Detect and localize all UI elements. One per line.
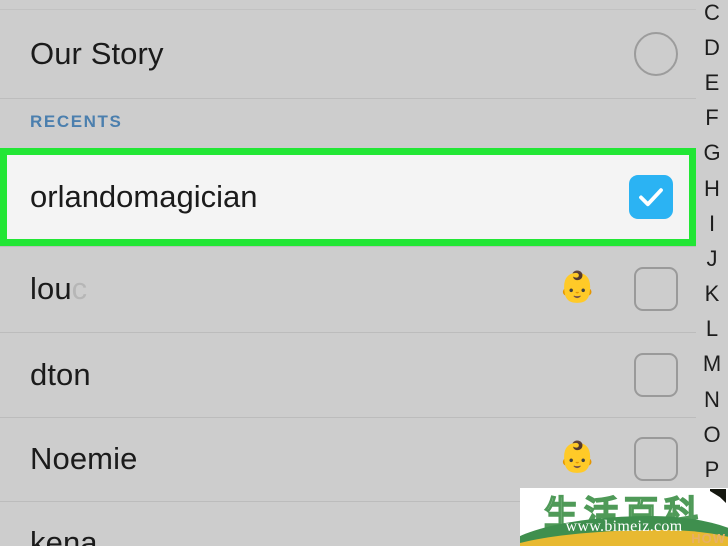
watermark-ghost-text: HOW — [691, 531, 726, 546]
list-item-label: Our Story — [30, 36, 164, 71]
index-letter-g[interactable]: G — [696, 140, 728, 166]
list-item-label: kena — [30, 525, 98, 546]
row-separator — [0, 417, 696, 418]
checkbox-checked[interactable] — [629, 175, 673, 219]
checkbox-unchecked[interactable] — [634, 352, 678, 397]
section-header-recents: RECENTS — [0, 98, 696, 148]
index-letter-j[interactable]: J — [696, 246, 728, 272]
contact-picker-screen: Our Story RECENTS orlandomagician louc 👶 — [0, 0, 728, 546]
index-letter-f[interactable]: F — [696, 105, 728, 131]
index-letter-m[interactable]: M — [696, 351, 728, 377]
contact-list: Our Story RECENTS orlandomagician louc 👶 — [0, 0, 696, 546]
story-checkbox-circle[interactable] — [634, 32, 678, 76]
index-letter-l[interactable]: L — [696, 316, 728, 342]
list-item-label: dton — [30, 356, 91, 392]
index-letter-c[interactable]: C — [696, 0, 728, 26]
highlighted-list-item-orlandomagician[interactable]: orlandomagician — [0, 148, 696, 246]
index-letter-d[interactable]: D — [696, 35, 728, 61]
index-letter-n[interactable]: N — [696, 387, 728, 413]
section-rule — [0, 98, 696, 99]
index-letter-i[interactable]: I — [696, 211, 728, 237]
list-item-dton[interactable]: dton — [0, 332, 696, 417]
alphabet-index-rail[interactable]: C D E F G H I J K L M N O P Q R — [696, 0, 728, 546]
index-letter-h[interactable]: H — [696, 176, 728, 202]
list-item-our-story[interactable]: Our Story — [0, 10, 696, 98]
checkmark-icon — [639, 188, 663, 207]
checkbox-unchecked[interactable] — [634, 267, 678, 311]
list-item-lou[interactable]: louc 👶 — [0, 246, 696, 332]
baby-emoji: 👶 — [558, 441, 596, 474]
row-separator — [0, 332, 696, 333]
row-separator — [0, 246, 696, 247]
section-title-label: RECENTS — [30, 112, 123, 131]
index-letter-e[interactable]: E — [696, 70, 728, 96]
list-item-label: Noemie — [30, 441, 138, 476]
list-item-label: orlandomagician — [30, 179, 258, 214]
checkbox-unchecked[interactable] — [634, 437, 678, 481]
baby-emoji: 👶 — [558, 271, 596, 304]
index-letter-k[interactable]: K — [696, 281, 728, 307]
watermark-overlay: 生活百科 www.bimeiz.com HOW — [520, 488, 728, 546]
index-letter-o[interactable]: O — [696, 422, 728, 448]
index-letter-p[interactable]: P — [696, 457, 728, 483]
list-item-label: louc — [30, 271, 88, 306]
